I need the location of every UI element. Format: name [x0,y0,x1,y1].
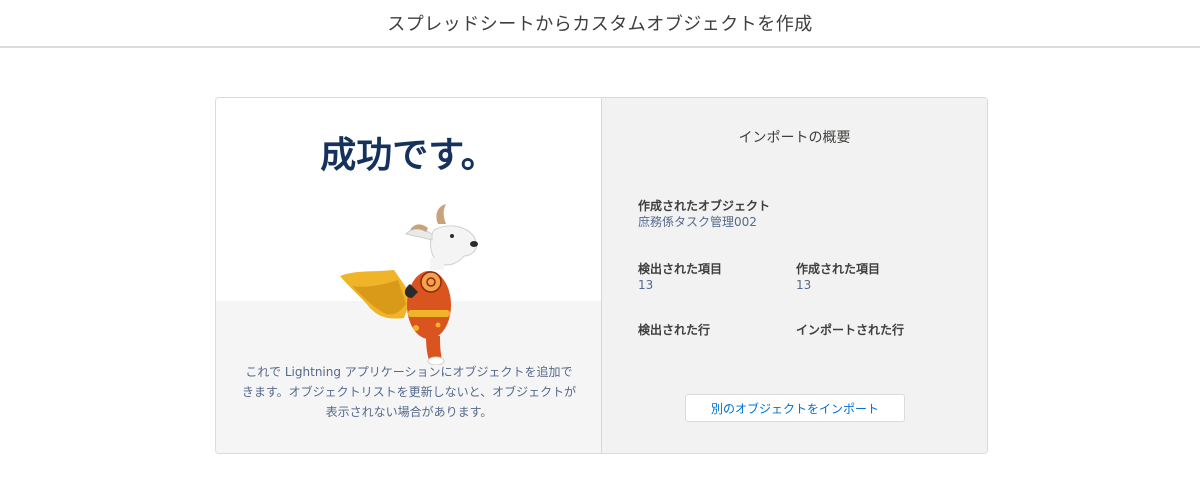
page-title: スプレッドシートからカスタムオブジェクトを作成 [387,14,813,35]
detected-rows-field: 検出された行 [638,322,710,338]
detected-rows-label: 検出された行 [638,323,711,337]
detected-fields-field: 検出された項目 13 [638,261,722,293]
import-result-card: 成功です。 これで Lightning アプリケーションにオブジェクトを追加でき… [215,97,988,454]
success-heading: 成功です。 [320,135,497,176]
imported-rows-label: インポートされた行 [796,323,905,337]
import-another-object-button[interactable]: 別のオブジェクトをインポート [685,394,905,422]
created-object-label: 作成されたオブジェクト [638,199,771,213]
created-object-field: 作成されたオブジェクト 庶務係タスク管理002 [638,198,770,230]
created-fields-value: 13 [796,278,812,292]
import-summary-pane: インポートの概要 作成されたオブジェクト 庶務係タスク管理002 検出された項目… [602,98,987,453]
imported-rows-field: インポートされた行 [796,322,904,338]
detected-fields-value: 13 [638,278,654,292]
goat-mascot-icon [340,204,478,365]
created-object-value: 庶務係タスク管理002 [638,215,757,229]
success-message: これで Lightning アプリケーションにオブジェクトを追加できます。オブジ… [241,365,577,419]
created-fields-label: 作成された項目 [796,262,881,276]
success-pane: 成功です。 これで Lightning アプリケーションにオブジェクトを追加でき… [216,98,602,453]
detected-fields-label: 検出された項目 [638,262,723,276]
summary-title: インポートの概要 [738,130,851,146]
created-fields-field: 作成された項目 13 [796,261,880,293]
page-header: スプレッドシートからカスタムオブジェクトを作成 [0,0,1200,48]
